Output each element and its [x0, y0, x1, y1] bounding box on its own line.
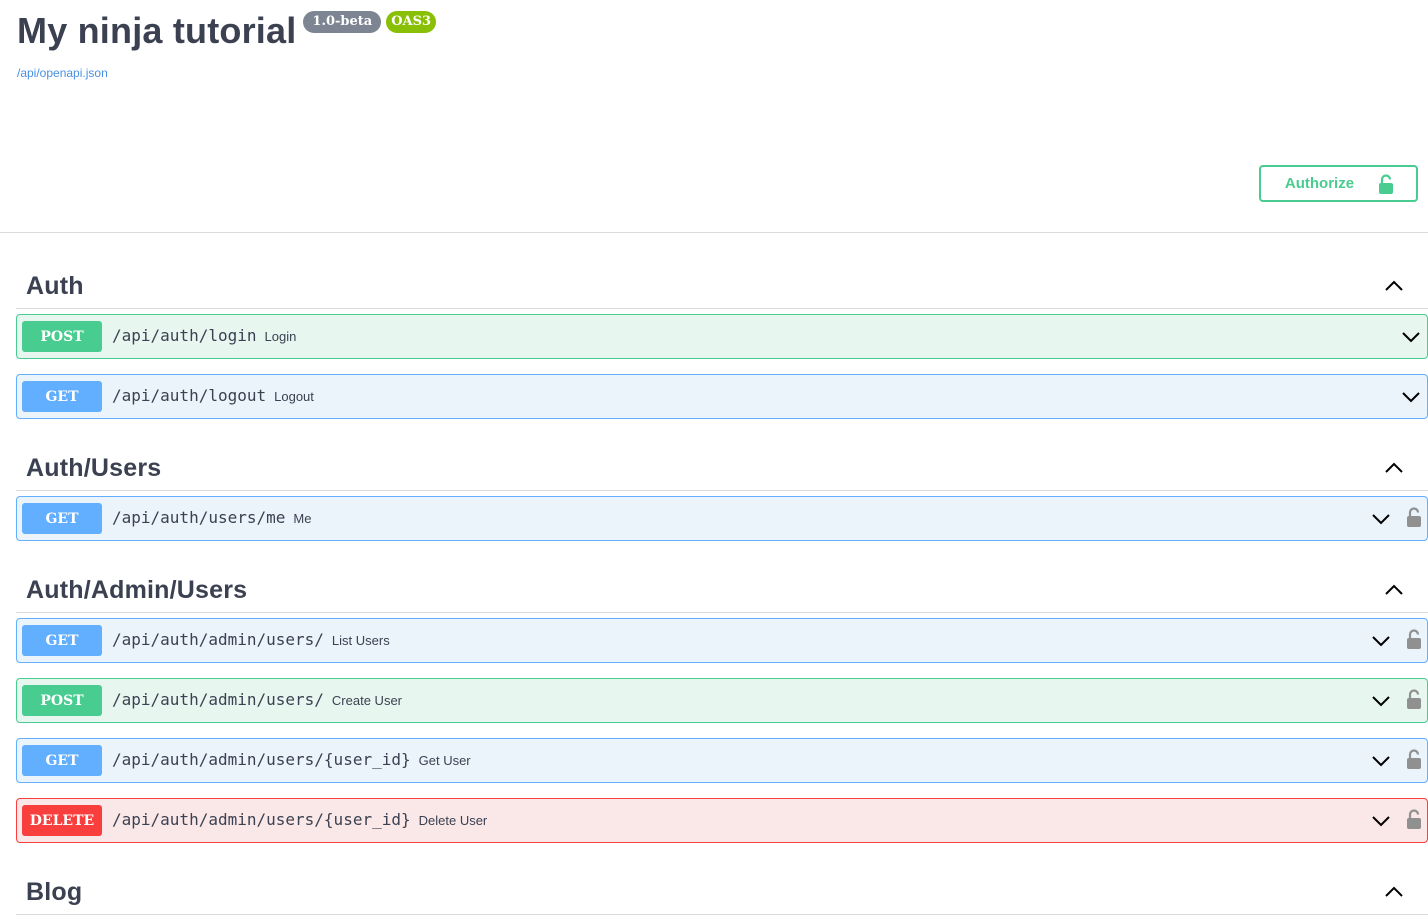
method-badge: GET [22, 745, 102, 776]
path-text: /api/auth/admin/users/ [112, 690, 324, 709]
operation-get-logout[interactable]: GET /api/auth/logout Logout [16, 374, 1428, 419]
chevron-up-icon[interactable] [1384, 460, 1404, 479]
method-badge: GET [22, 503, 102, 534]
chevron-down-icon[interactable] [1372, 754, 1390, 772]
operation-summary: Create User [331, 693, 402, 708]
operation-summary: Login [264, 329, 297, 344]
chevron-down-icon[interactable] [1372, 512, 1390, 530]
tag-section-blog[interactable]: Blog [16, 870, 1428, 915]
oas-badge: OAS3 [386, 11, 437, 33]
operation-path: /api/auth/admin/users/{user_id} Get User [112, 750, 471, 769]
tag-title: Blog [26, 878, 83, 906]
operation-post-login[interactable]: POST /api/auth/login Login [16, 314, 1428, 359]
chevron-down-icon[interactable] [1402, 390, 1420, 408]
tag-title: Auth/Admin/Users [26, 576, 248, 604]
operation-path: /api/auth/users/me Me [112, 508, 311, 527]
operation-path: /api/auth/logout Logout [112, 386, 314, 405]
path-text: /api/auth/admin/users/ [112, 630, 324, 649]
lock-icon[interactable] [1407, 809, 1421, 834]
path-text: /api/auth/login [112, 326, 257, 345]
chevron-down-icon[interactable] [1372, 814, 1390, 832]
operation-path: /api/auth/admin/users/List Users [112, 630, 390, 649]
path-text: /api/auth/logout [112, 386, 267, 405]
method-badge: GET [22, 625, 102, 656]
chevron-up-icon[interactable] [1384, 582, 1404, 601]
lock-icon[interactable] [1407, 507, 1421, 532]
operation-summary: Me [293, 511, 312, 526]
operation-delete-user[interactable]: DELETE /api/auth/admin/users/{user_id} De… [16, 798, 1428, 843]
method-badge: POST [22, 685, 102, 716]
operation-summary: List Users [331, 633, 390, 648]
operation-summary: Get User [418, 753, 471, 768]
lock-icon[interactable] [1407, 689, 1421, 714]
title-row: My ninja tutorial 1.0-beta OAS3 [17, 8, 437, 54]
lock-icon[interactable] [1407, 629, 1421, 654]
api-info: My ninja tutorial 1.0-beta OAS3 [17, 8, 437, 54]
page-title: My ninja tutorial [17, 10, 297, 51]
lock-icon[interactable] [1407, 749, 1421, 774]
version-badge: 1.0-beta [303, 11, 382, 33]
authorize-label: Authorize [1284, 175, 1355, 192]
operation-post-create-user[interactable]: POST /api/auth/admin/users/Create User [16, 678, 1428, 723]
chevron-up-icon[interactable] [1384, 278, 1404, 297]
operation-summary: Delete User [418, 813, 488, 828]
path-text: /api/auth/admin/users/{user_id} [112, 750, 411, 769]
chevron-down-icon[interactable] [1372, 694, 1390, 712]
method-badge: DELETE [22, 805, 102, 836]
header-divider [0, 232, 1428, 233]
operation-get-me[interactable]: GET /api/auth/users/me Me [16, 496, 1428, 541]
path-text: /api/auth/users/me [112, 508, 286, 527]
tag-section-auth[interactable]: Auth [16, 264, 1428, 309]
chevron-down-icon[interactable] [1372, 634, 1390, 652]
method-badge: GET [22, 381, 102, 412]
operation-summary: Logout [274, 389, 314, 404]
chevron-up-icon[interactable] [1384, 884, 1404, 903]
authorize-button[interactable]: Authorize [1259, 165, 1418, 202]
tag-section-auth-users[interactable]: Auth/Users [16, 446, 1428, 491]
tag-title: Auth [26, 272, 84, 300]
operation-path: /api/auth/admin/users/{user_id} Delete Us… [112, 810, 487, 829]
method-badge: POST [22, 321, 102, 352]
operation-get-list-users[interactable]: GET /api/auth/admin/users/List Users [16, 618, 1428, 663]
operation-path: /api/auth/admin/users/Create User [112, 690, 402, 709]
unlocked-icon [1379, 174, 1393, 198]
tag-section-auth-admin-users[interactable]: Auth/Admin/Users [16, 568, 1428, 613]
tag-title: Auth/Users [26, 454, 162, 482]
operation-get-user[interactable]: GET /api/auth/admin/users/{user_id} Get U… [16, 738, 1428, 783]
openapi-json-link[interactable]: /api/openapi.json [17, 66, 108, 80]
chevron-down-icon[interactable] [1402, 330, 1420, 348]
path-text: /api/auth/admin/users/{user_id} [112, 810, 411, 829]
operation-path: /api/auth/login Login [112, 326, 296, 345]
